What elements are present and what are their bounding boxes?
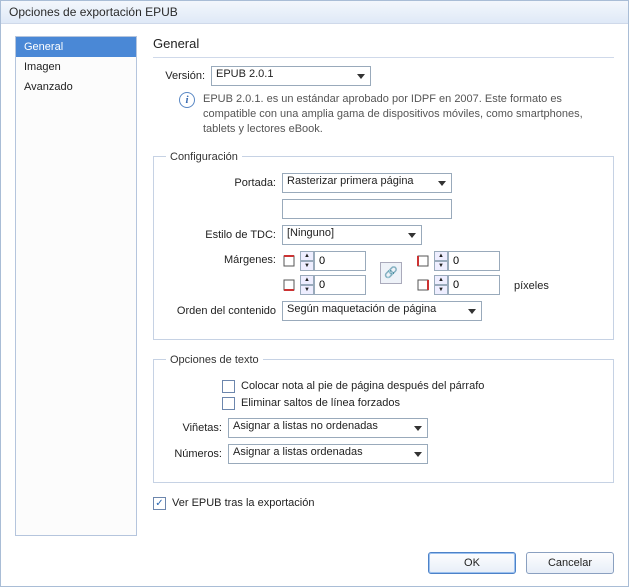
margin-left-spinner[interactable]: ▲▼ [434,251,500,271]
config-legend: Configuración [166,151,242,163]
text-options-fieldset: Opciones de texto Colocar nota al pie de… [153,354,614,483]
numbers-select[interactable]: Asignar a listas ordenadas [228,444,428,464]
ok-button[interactable]: OK [428,552,516,574]
numbers-label: Números: [166,448,222,460]
toc-row: Estilo de TDC: [Ninguno] [166,225,601,245]
spin-up-icon[interactable]: ▲ [434,275,448,285]
numbers-value: Asignar a listas ordenadas [233,446,363,458]
margin-bottom-spinner[interactable]: ▲▼ [300,275,366,295]
linebreaks-row: Eliminar saltos de línea forzados [222,397,601,410]
toc-select[interactable]: [Ninguno] [282,225,422,245]
linebreaks-checkbox[interactable] [222,397,235,410]
margin-top-icon [282,254,296,268]
numbers-row: Números: Asignar a listas ordenadas [166,444,601,464]
window-titlebar: Opciones de exportación EPUB [1,1,628,24]
bullets-row: Viñetas: Asignar a listas no ordenadas [166,418,601,438]
cover-row: Portada: Rasterizar primera página [166,173,601,193]
main-panel: General Versión: EPUB 2.0.1 i EPUB 2.0.1… [153,36,614,536]
text-options-legend: Opciones de texto [166,354,263,366]
footnote-label[interactable]: Colocar nota al pie de página después de… [241,380,484,392]
toc-label: Estilo de TDC: [166,229,276,241]
margin-bottom-input[interactable] [314,275,366,295]
version-select[interactable]: EPUB 2.0.1 [211,66,371,86]
margins-link-icon[interactable]: 🔗 [380,262,402,284]
info-icon: i [179,92,195,108]
footnote-checkbox[interactable] [222,380,235,393]
order-value: Según maquetación de página [287,303,436,315]
cover-value: Rasterizar primera página [287,175,414,187]
margin-left-input[interactable] [448,251,500,271]
view-after-label[interactable]: Ver EPUB tras la exportación [172,497,314,509]
spin-up-icon[interactable]: ▲ [300,275,314,285]
window-title: Opciones de exportación EPUB [9,5,178,19]
spin-down-icon[interactable]: ▼ [434,285,448,295]
sidebar-item-avanzado[interactable]: Avanzado [16,77,136,97]
version-info-row: i EPUB 2.0.1. es un estándar aprobado po… [179,92,614,137]
order-label: Orden del contenido [166,305,276,317]
margin-left-icon [416,254,430,268]
order-row: Orden del contenido Según maquetación de… [166,301,601,321]
divider [153,57,614,58]
sidebar-item-imagen[interactable]: Imagen [16,57,136,77]
cover-path-row [166,199,601,219]
order-select[interactable]: Según maquetación de página [282,301,482,321]
dialog-body: General Imagen Avanzado General Versión:… [1,24,628,544]
version-label: Versión: [153,70,205,82]
spin-down-icon[interactable]: ▼ [300,285,314,295]
dialog-window: Opciones de exportación EPUB General Ima… [0,0,629,587]
sidebar-item-label: Avanzado [24,81,73,93]
bullets-value: Asignar a listas no ordenadas [233,420,378,432]
margin-right-input[interactable] [448,275,500,295]
margin-top-spinner[interactable]: ▲▼ [300,251,366,271]
margin-bottom-icon [282,278,296,292]
sidebar-item-label: General [24,41,63,53]
version-row: Versión: EPUB 2.0.1 [153,66,614,86]
version-value: EPUB 2.0.1 [216,68,273,80]
view-after-row: ✓ Ver EPUB tras la exportación [153,497,614,510]
view-after-checkbox[interactable]: ✓ [153,497,166,510]
cover-select[interactable]: Rasterizar primera página [282,173,452,193]
bullets-select[interactable]: Asignar a listas no ordenadas [228,418,428,438]
sidebar-item-general[interactable]: General [16,37,136,57]
config-fieldset: Configuración Portada: Rasterizar primer… [153,151,614,340]
sidebar-item-label: Imagen [24,61,61,73]
spin-down-icon[interactable]: ▼ [434,261,448,271]
margin-top-input[interactable] [314,251,366,271]
cover-path-input[interactable] [282,199,452,219]
toc-value: [Ninguno] [287,227,334,239]
sidebar: General Imagen Avanzado [15,36,137,536]
linebreaks-label[interactable]: Eliminar saltos de línea forzados [241,397,400,409]
dialog-footer: OK Cancelar [1,544,628,586]
version-info-text: EPUB 2.0.1. es un estándar aprobado por … [203,92,614,137]
page-title: General [153,36,614,51]
margins-row: Márgenes: ▲▼ [166,251,601,295]
margins-label: Márgenes: [166,251,276,266]
margins-group: ▲▼ ▲▼ [282,251,549,295]
spin-up-icon[interactable]: ▲ [300,251,314,261]
spin-up-icon[interactable]: ▲ [434,251,448,261]
spin-down-icon[interactable]: ▼ [300,261,314,271]
bullets-label: Viñetas: [166,422,222,434]
margins-unit: píxeles [514,280,549,295]
ok-label: OK [464,557,480,569]
cancel-label: Cancelar [548,557,592,569]
cover-label: Portada: [166,177,276,189]
footnote-row: Colocar nota al pie de página después de… [222,380,601,393]
margin-right-spinner[interactable]: ▲▼ [434,275,500,295]
cancel-button[interactable]: Cancelar [526,552,614,574]
margin-right-icon [416,278,430,292]
